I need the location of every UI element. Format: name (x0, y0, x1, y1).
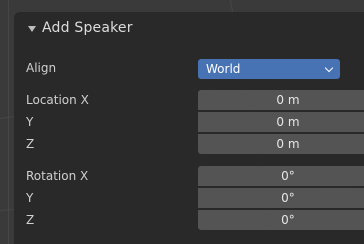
location-x-label: Location X (26, 93, 89, 107)
align-dropdown[interactable]: World (198, 59, 340, 79)
rotation-y-label: Y (26, 191, 34, 205)
location-x-field[interactable]: 0 m (198, 90, 364, 110)
chevron-down-icon (324, 63, 334, 73)
rotation-x-field[interactable]: 0° (198, 166, 364, 186)
rotation-x-label: Rotation X (26, 169, 89, 183)
align-dropdown-value: World (206, 62, 241, 76)
triangle-down-icon[interactable] (28, 26, 36, 32)
location-z-field[interactable]: 0 m (198, 134, 364, 154)
location-z-label: Z (26, 137, 35, 151)
rotation-y-field[interactable]: 0° (198, 188, 364, 208)
panel-title: Add Speaker (42, 20, 133, 36)
location-y-field[interactable]: 0 m (198, 112, 364, 132)
location-y-label: Y (26, 115, 34, 129)
align-label: Align (26, 61, 57, 75)
add-speaker-panel: Add Speaker Align World Location X 0 m Y… (14, 12, 364, 244)
rotation-z-label: Z (26, 213, 35, 227)
viewport-grid-line (8, 0, 9, 244)
panel-header[interactable]: Add Speaker (14, 12, 364, 48)
rotation-z-field[interactable]: 0° (198, 210, 364, 230)
